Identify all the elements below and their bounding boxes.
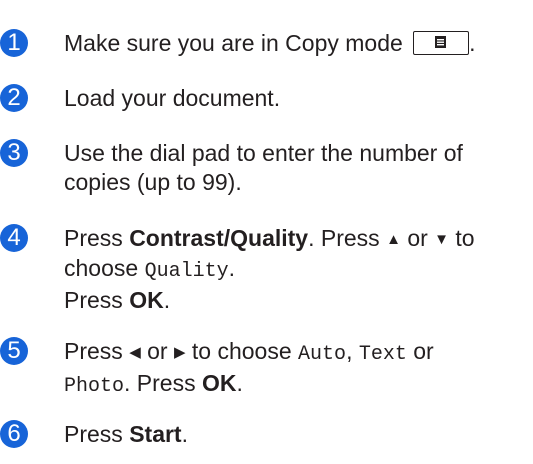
photo-option: Photo xyxy=(64,375,125,398)
instruction-steps: 1 Make sure you are in Copy mode . 2 Loa… xyxy=(0,0,533,464)
text-option: Text xyxy=(358,343,407,366)
ok-key: OK xyxy=(201,370,237,396)
auto-option: Auto xyxy=(298,343,347,366)
contrast-quality-key: Contrast/Quality xyxy=(129,225,309,251)
step-number-badge: 6 xyxy=(0,420,28,448)
step-text: Press ◀ or ▶ to choose Auto, Text or Phot… xyxy=(64,338,434,398)
step-text-content: Make sure you are in Copy mode xyxy=(64,30,403,56)
step-text-line-1: Use the dial pad to enter the number of xyxy=(64,140,463,166)
copy-mode-key-icon xyxy=(413,31,470,55)
step-text: Use the dial pad to enter the number of c… xyxy=(64,139,529,197)
step-text-line-2: copies (up to 99). xyxy=(64,169,242,195)
left-arrow-icon: ◀ xyxy=(129,344,141,361)
start-key: Start xyxy=(129,421,182,447)
step-number-badge: 2 xyxy=(0,84,28,112)
step-text: Make sure you are in Copy mode . xyxy=(64,29,529,58)
up-arrow-icon: ▲ xyxy=(386,231,401,248)
step-text: Load your document. xyxy=(64,85,281,111)
step-number-badge: 3 xyxy=(0,139,28,167)
down-arrow-icon: ▼ xyxy=(434,231,450,248)
step-number-badge: 5 xyxy=(0,337,28,365)
step-number-badge: 4 xyxy=(0,224,28,252)
ok-key: OK xyxy=(129,287,164,313)
step-number-badge: 1 xyxy=(0,29,28,57)
step-text-end: . xyxy=(469,30,476,56)
quality-option: Quality xyxy=(144,260,229,283)
step-text: Press Contrast/Quality. Press ▲ or ▼ to c… xyxy=(64,225,475,313)
step-text: Press Start. xyxy=(64,421,188,447)
right-arrow-icon: ▶ xyxy=(173,344,186,361)
